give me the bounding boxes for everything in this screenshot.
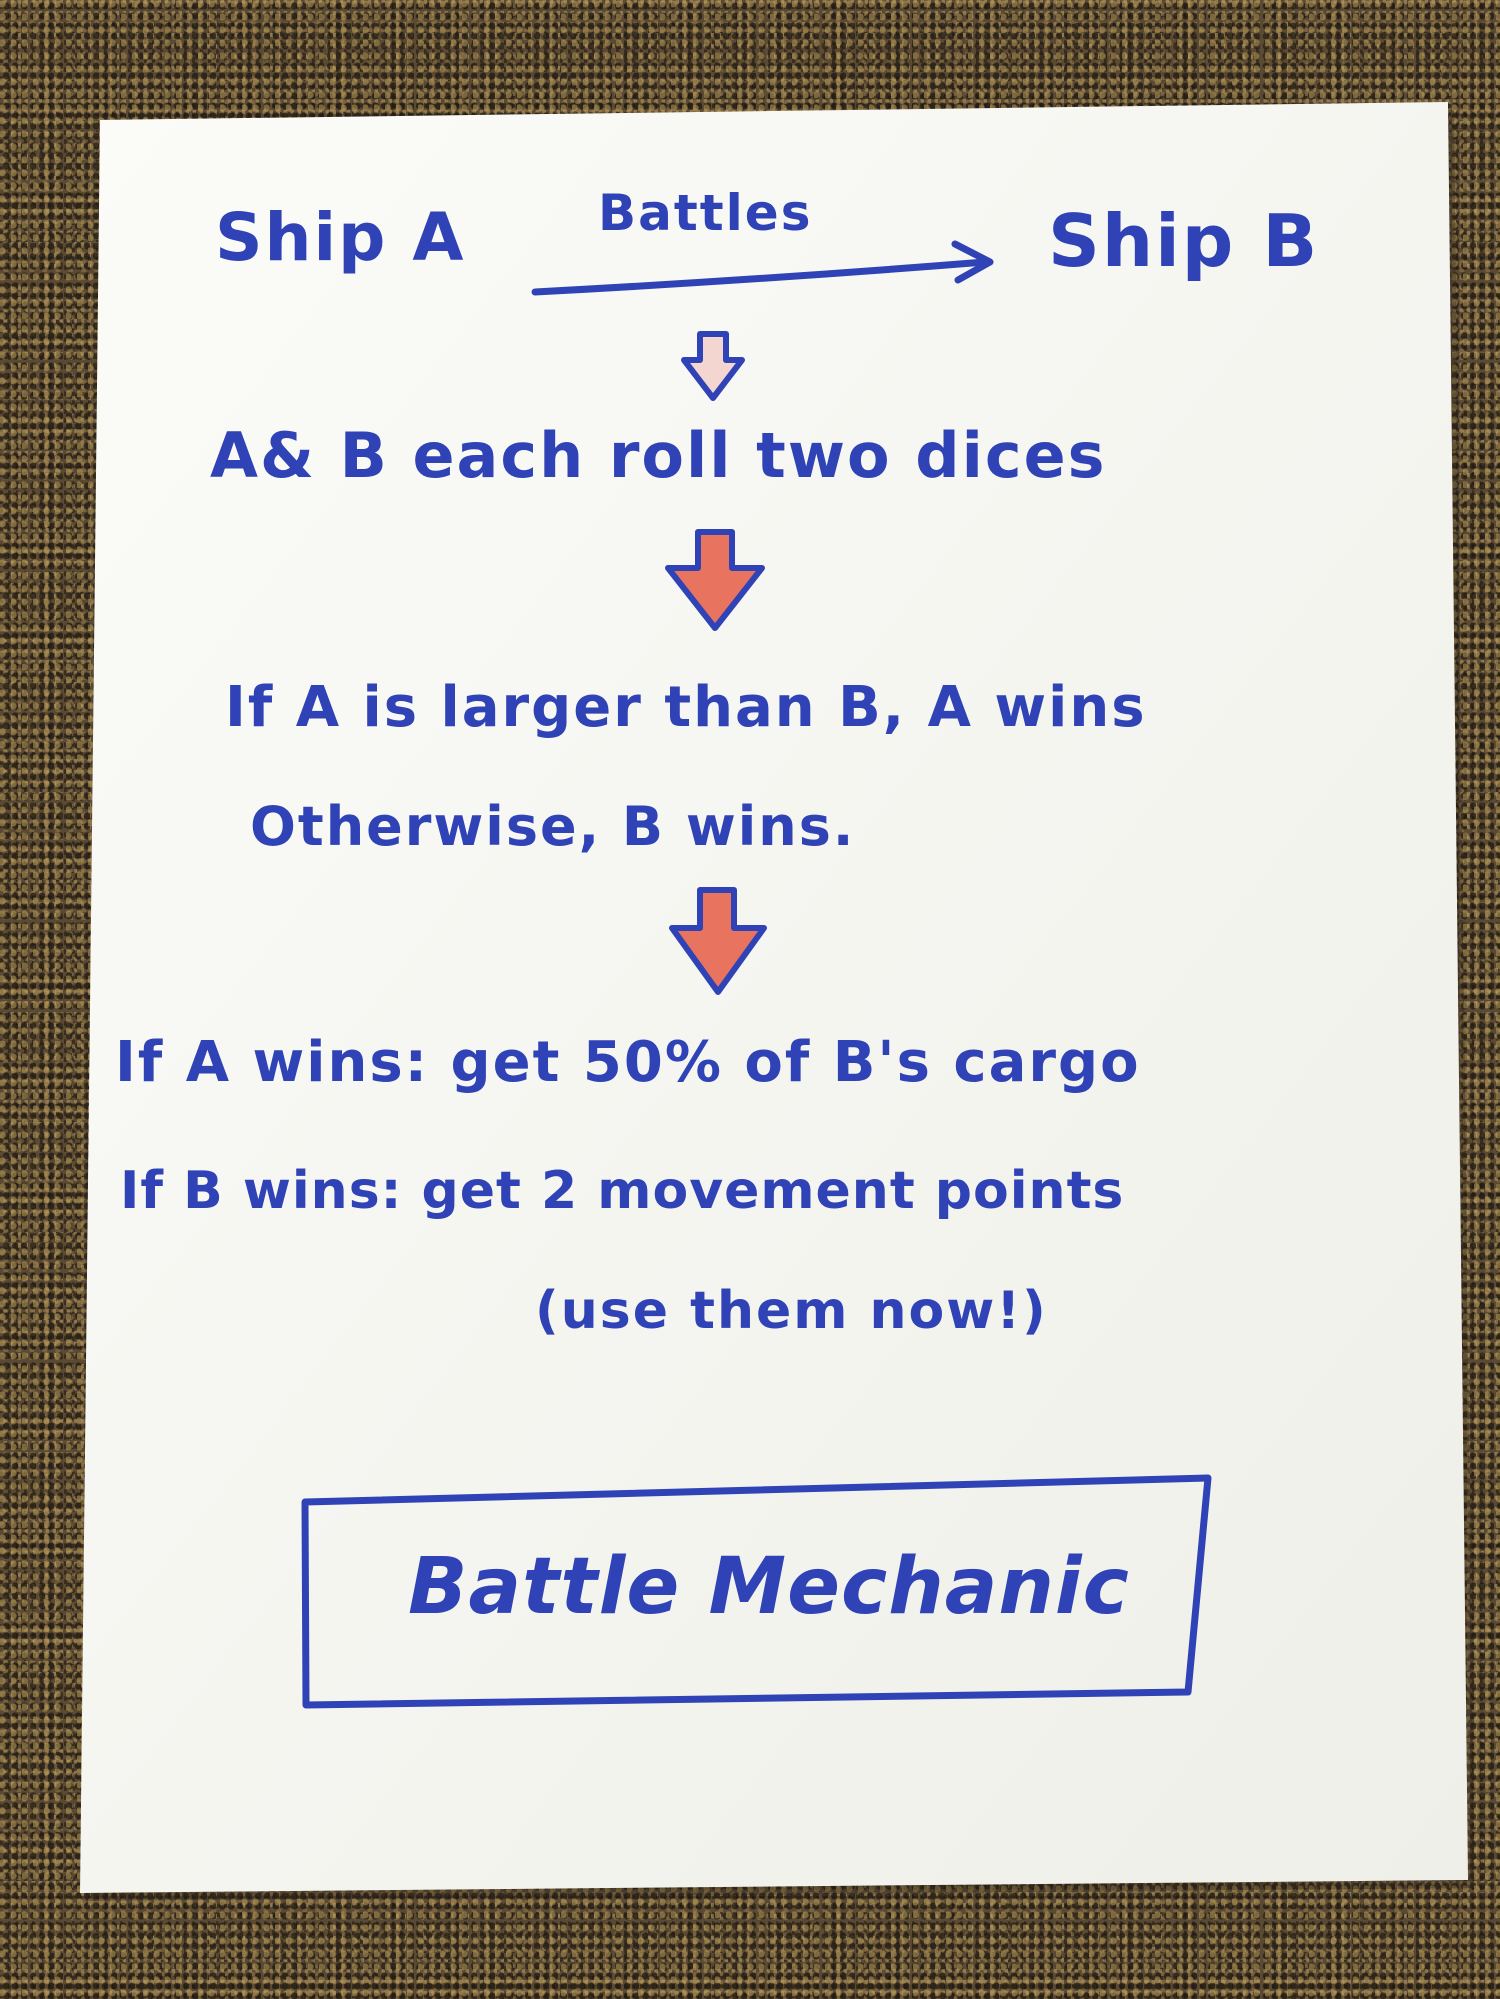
outcome-a-wins: If A wins: get 50% of B's cargo (115, 1030, 1141, 1095)
compare-step-line-1: If A is larger than B, A wins (225, 675, 1147, 740)
roll-dice-step: A& B each roll two dices (210, 419, 1107, 492)
outcome-b-note: (use them now!) (535, 1281, 1048, 1341)
compare-step-line-2: Otherwise, B wins. (250, 795, 856, 858)
battles-edge-label: Battles (598, 184, 813, 242)
ship-a-label: Ship A (215, 199, 466, 276)
diagram-title: Battle Mechanic (408, 1542, 1130, 1632)
paper-sheet (80, 102, 1474, 1901)
outcome-b-wins: If B wins: get 2 movement points (120, 1161, 1125, 1221)
ship-b-label: Ship B (1048, 199, 1320, 283)
